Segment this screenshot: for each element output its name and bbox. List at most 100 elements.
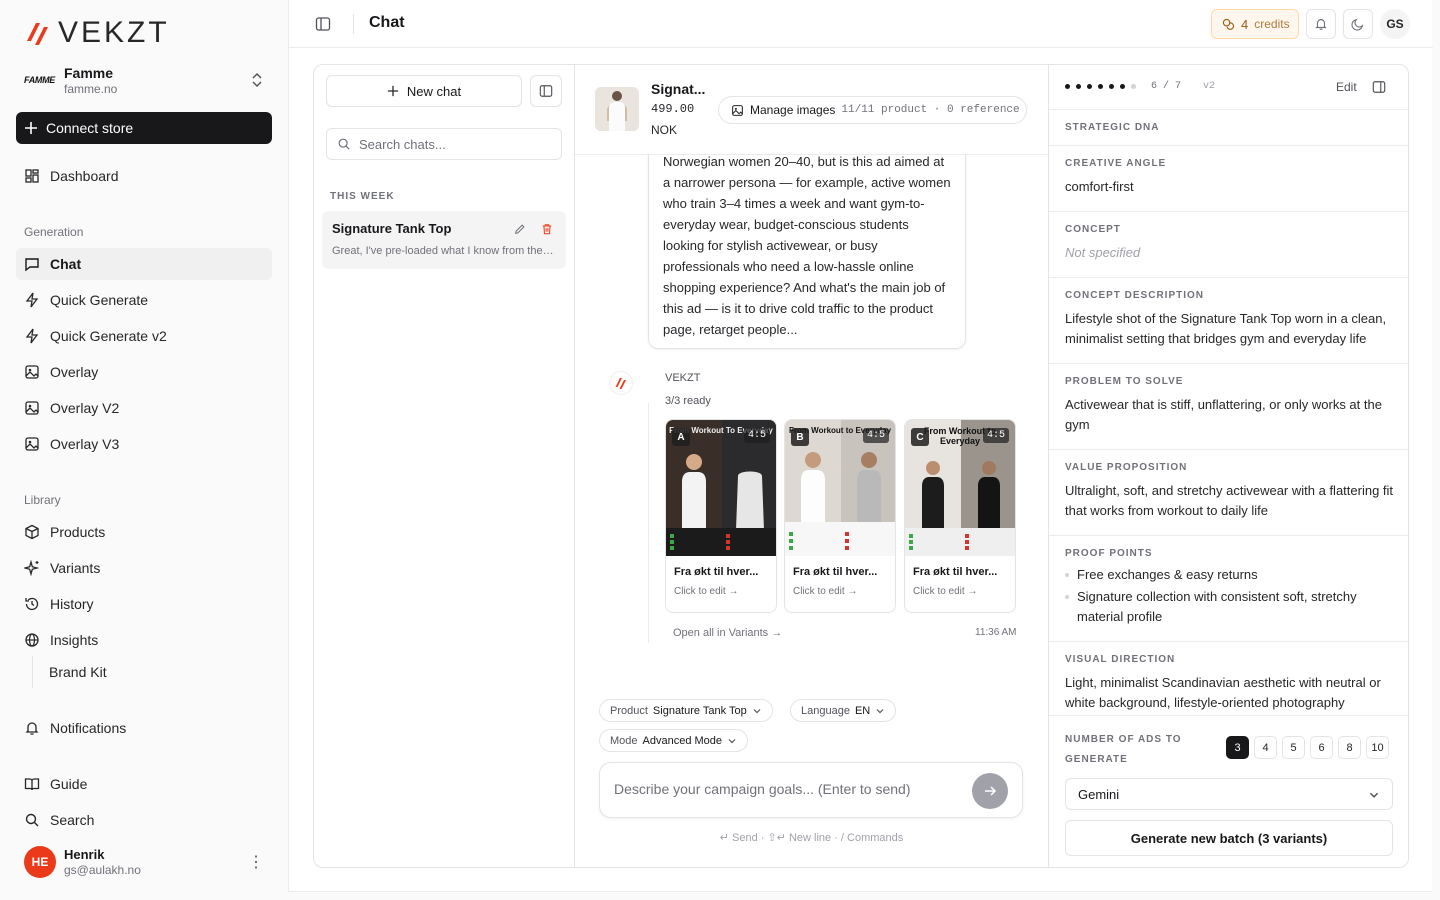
nav-search[interactable]: Search bbox=[16, 804, 272, 836]
variant-card-a[interactable]: From Workout To Everyday A 4:5 Fra økt t… bbox=[665, 419, 777, 613]
variant-edit-link[interactable]: Click to edit → bbox=[666, 578, 776, 597]
progress-dot bbox=[1087, 84, 1092, 89]
proof-point: Free exchanges & easy returns bbox=[1065, 565, 1394, 585]
avatar: HE bbox=[24, 846, 56, 878]
section-label: CONCEPT DESCRIPTION bbox=[1065, 290, 1205, 301]
chevron-down-icon bbox=[1369, 792, 1379, 798]
divider bbox=[353, 14, 354, 34]
lightning-icon bbox=[24, 328, 40, 344]
nav-products[interactable]: Products bbox=[16, 516, 272, 548]
chevron-down-icon bbox=[753, 708, 761, 713]
ad-count-option[interactable]: 3 bbox=[1226, 736, 1249, 759]
nav-quick-generate-v2-label: Quick Generate v2 bbox=[50, 328, 167, 344]
variant-ratio: 4:5 bbox=[862, 428, 889, 443]
user-profile[interactable]: HE Henrik gs@aulakh.no ⋮ bbox=[24, 844, 272, 880]
user-message: Norwegian women 20–40, but is this ad ai… bbox=[648, 139, 966, 349]
ad-count-option[interactable]: 4 bbox=[1254, 736, 1277, 759]
nav-insights[interactable]: Insights bbox=[16, 624, 272, 656]
keyboard-hint: ↵ Send · ⇧↵ New line · / Commands bbox=[719, 832, 904, 844]
nav-notifications[interactable]: Notifications bbox=[16, 712, 272, 744]
user-email: gs@aulakh.no bbox=[64, 863, 141, 877]
visual-direction-section: VISUAL DIRECTION Light, minimalist Scand… bbox=[1049, 642, 1408, 715]
nav-chat[interactable]: Chat bbox=[16, 248, 272, 280]
mode-selector[interactable]: Mode Advanced Mode bbox=[599, 729, 749, 752]
search-chats-input[interactable]: Search chats... bbox=[326, 128, 562, 160]
notifications-button[interactable] bbox=[1306, 9, 1336, 39]
connect-store-button[interactable]: Connect store bbox=[16, 112, 272, 144]
ad-count-option[interactable]: 10 bbox=[1366, 736, 1389, 759]
new-chat-button[interactable]: New chat bbox=[326, 75, 522, 107]
nav-history[interactable]: History bbox=[16, 588, 272, 620]
store-switcher[interactable]: FAMME Famme famme.no bbox=[24, 60, 272, 100]
nav-brand-kit[interactable]: Brand Kit bbox=[32, 656, 107, 688]
app-logo[interactable]: VEKZT bbox=[24, 16, 170, 50]
open-all-in-variants-link[interactable]: Open all in Variants → bbox=[673, 627, 782, 639]
nav-variants[interactable]: Variants bbox=[16, 552, 272, 584]
ad-count-option[interactable]: 8 bbox=[1338, 736, 1361, 759]
chat-list-item[interactable]: Signature Tank Top Great, I've pre-loade… bbox=[322, 211, 566, 269]
ad-count-option[interactable]: 6 bbox=[1310, 736, 1333, 759]
send-button[interactable] bbox=[972, 773, 1008, 809]
conversation-panel: Signat... 499.00 NOK Manage images 11/11… bbox=[575, 65, 1048, 867]
bell-icon bbox=[1315, 19, 1327, 30]
progress-dot bbox=[1076, 84, 1081, 89]
nav-dashboard[interactable]: Dashboard bbox=[16, 160, 272, 192]
manage-images-button[interactable]: Manage images 11/11 product · 0 referenc… bbox=[718, 96, 1027, 124]
problem-to-solve-section: PROBLEM TO SOLVE Activewear that is stif… bbox=[1049, 364, 1408, 450]
trash-icon[interactable] bbox=[541, 223, 553, 235]
strategy-heading: STRATEGIC DNA bbox=[1065, 122, 1160, 133]
nav-overlay[interactable]: Overlay bbox=[16, 356, 272, 388]
message-input[interactable] bbox=[614, 781, 954, 797]
globe-icon bbox=[24, 632, 40, 648]
section-label: VALUE PROPOSITION bbox=[1065, 462, 1188, 473]
chat-bubble-icon bbox=[24, 256, 40, 272]
chevron-down-icon bbox=[728, 738, 736, 743]
section-label: PROBLEM TO SOLVE bbox=[1065, 376, 1184, 387]
progress-dot bbox=[1109, 84, 1114, 89]
nav-guide-label: Guide bbox=[50, 776, 88, 792]
message-thread-line bbox=[648, 403, 649, 643]
variant-edit-link[interactable]: Click to edit → bbox=[785, 578, 895, 597]
number-of-ads-label: NUMBER OF ADS TO GENERATE bbox=[1065, 734, 1182, 765]
image-counts: 11/11 product · 0 reference bbox=[841, 104, 1020, 116]
proof-point: Signature collection with consistent sof… bbox=[1065, 587, 1394, 627]
sidebar-toggle-icon[interactable] bbox=[315, 16, 331, 32]
product-name: Signat... bbox=[651, 81, 706, 97]
pencil-icon[interactable] bbox=[514, 223, 526, 235]
connect-store-label: Connect store bbox=[46, 120, 134, 136]
more-vertical-icon[interactable]: ⋮ bbox=[248, 852, 264, 872]
nav-guide[interactable]: Guide bbox=[16, 768, 272, 800]
model-select[interactable]: Gemini bbox=[1065, 778, 1393, 810]
chat-group-label: THIS WEEK bbox=[330, 191, 395, 202]
value-proposition-section: VALUE PROPOSITION Ultralight, soft, and … bbox=[1049, 450, 1408, 536]
generate-batch-button[interactable]: Generate new batch (3 variants) bbox=[1065, 820, 1393, 856]
new-chat-label: New chat bbox=[406, 83, 462, 99]
nav-overlay-v2[interactable]: Overlay V2 bbox=[16, 392, 272, 424]
account-avatar[interactable]: GS bbox=[1380, 9, 1410, 39]
mode-selector-label: Mode bbox=[610, 734, 638, 747]
image-icon bbox=[24, 364, 40, 380]
edit-strategy-button[interactable]: Edit bbox=[1336, 80, 1357, 94]
image-icon bbox=[24, 436, 40, 452]
generation-section-label: Generation bbox=[24, 225, 84, 239]
message-timestamp: 11:36 AM bbox=[975, 627, 1017, 638]
nav-quick-generate[interactable]: Quick Generate bbox=[16, 284, 272, 316]
panel-right-icon[interactable] bbox=[1372, 80, 1386, 94]
variant-card-c[interactable]: From Workout to Everyday C 4:5 Fra økt t… bbox=[904, 419, 1016, 613]
ad-count-option[interactable]: 5 bbox=[1282, 736, 1305, 759]
nav-overlay-v3[interactable]: Overlay V3 bbox=[16, 428, 272, 460]
variant-edit-link[interactable]: Click to edit → bbox=[905, 578, 1015, 597]
nav-quick-generate-v2[interactable]: Quick Generate v2 bbox=[16, 320, 272, 352]
plus-icon bbox=[25, 122, 37, 134]
collapse-chat-list-button[interactable] bbox=[530, 75, 562, 107]
product-selector[interactable]: Product Signature Tank Top bbox=[599, 699, 773, 722]
variant-card-b[interactable]: From Workout to Everyday B 4:5 Fra økt t… bbox=[784, 419, 896, 613]
concept-description-value: Lifestyle shot of the Signature Tank Top… bbox=[1065, 311, 1387, 346]
credits-badge[interactable]: 4 credits bbox=[1211, 9, 1299, 39]
theme-toggle-button[interactable] bbox=[1343, 9, 1373, 39]
progress-dot bbox=[1098, 84, 1103, 89]
dashboard-icon bbox=[24, 168, 40, 184]
language-selector-value: EN bbox=[854, 704, 871, 717]
credits-count: 4 bbox=[1241, 16, 1249, 32]
language-selector[interactable]: Language EN bbox=[790, 699, 897, 722]
